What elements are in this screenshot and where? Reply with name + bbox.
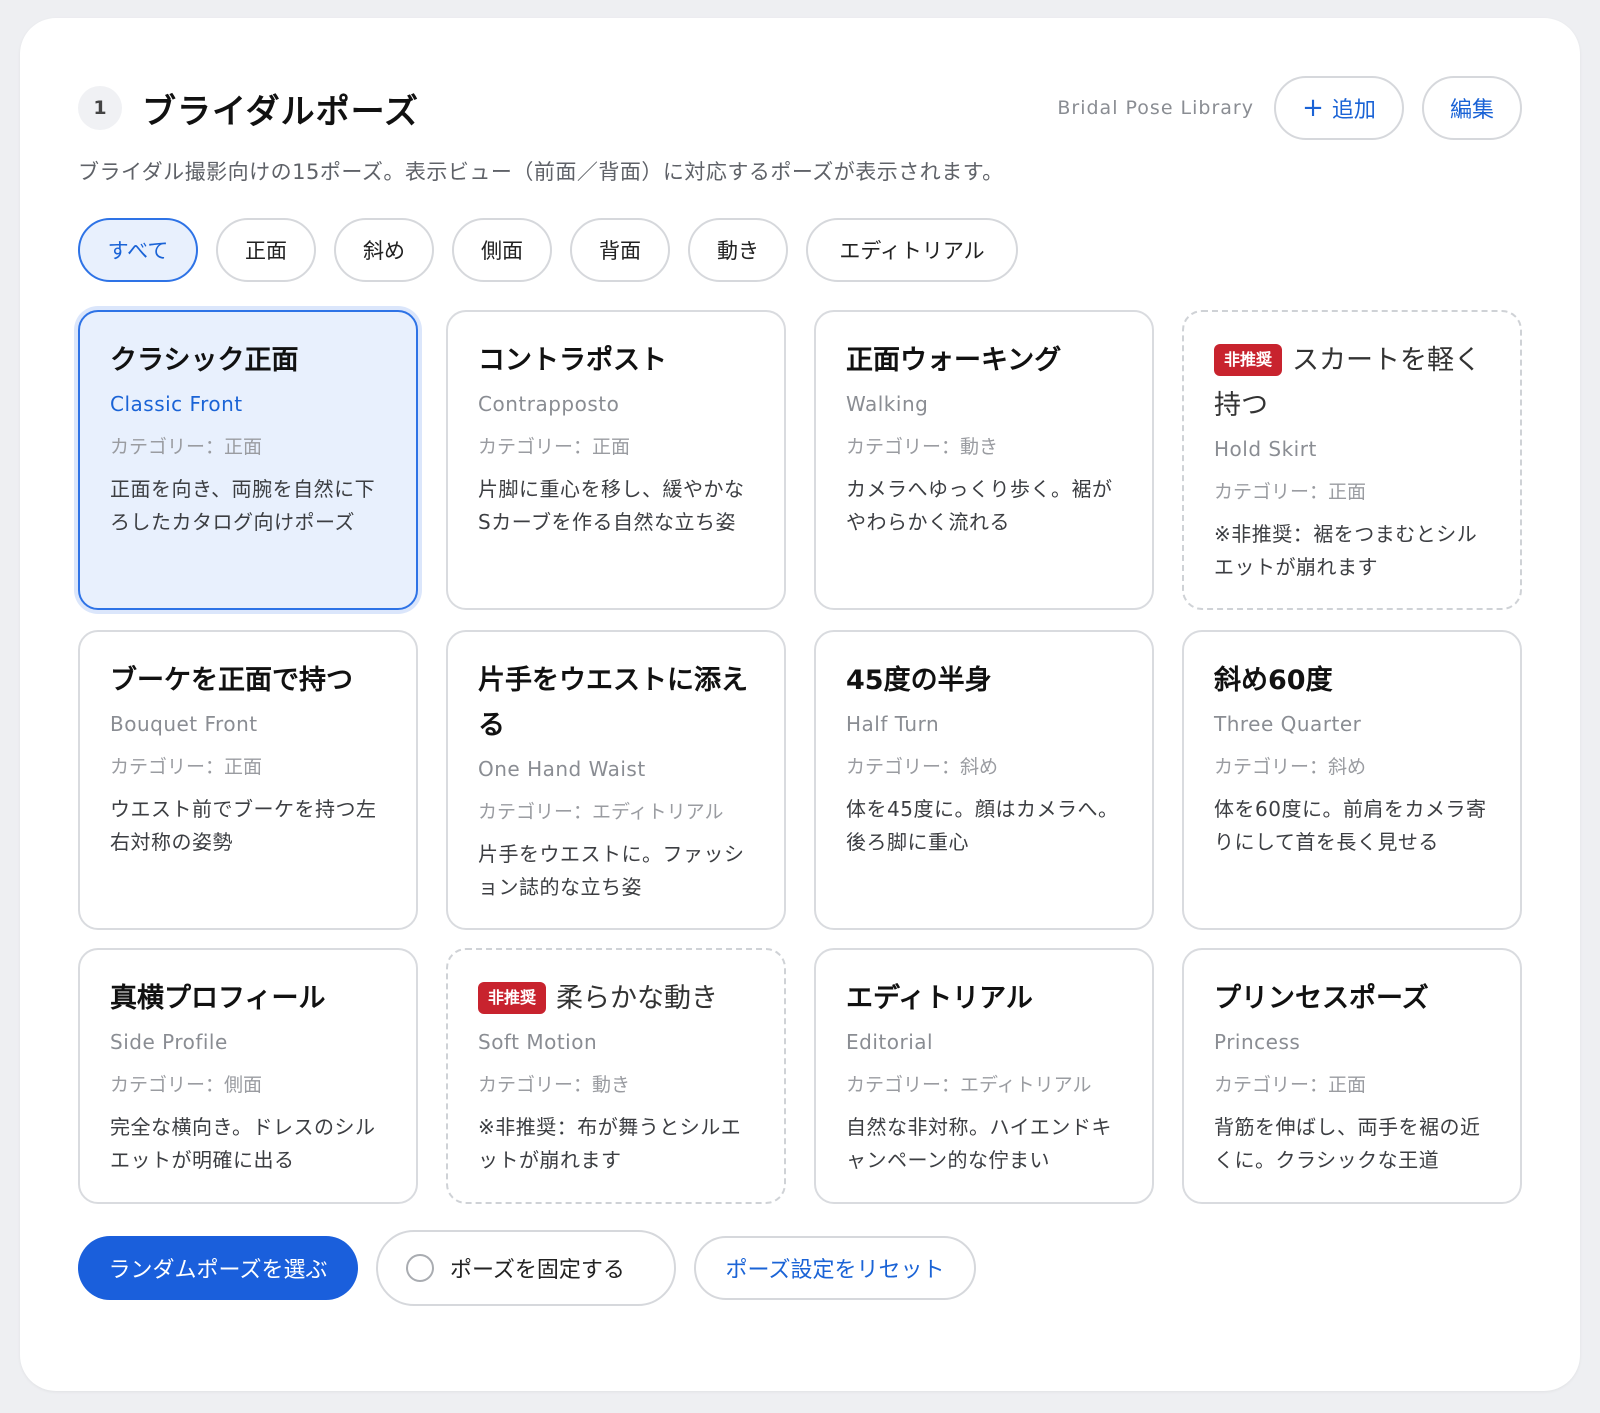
pose-card-category: カテゴリー：側面 [110, 1074, 263, 1096]
pose-card-contrapposto[interactable]: コントラポスト Contrapposto カテゴリー：正面 片脚に重心を移し、緩… [446, 310, 786, 610]
pose-card-title: 真横プロフィール [110, 983, 326, 1014]
pose-card-bouquet-front[interactable]: ブーケを正面で持つ Bouquet Front カテゴリー：正面 ウエスト前でブ… [78, 630, 418, 930]
pose-card-en-name: Contrapposto [478, 392, 620, 416]
pose-card-en-name: Princess [1214, 1030, 1301, 1054]
pose-card-description: 完全な横向き。ドレスのシルエットが明確に出る [110, 1115, 376, 1172]
lock-pose-toggle[interactable]: ポーズを固定する [376, 1230, 676, 1306]
pose-card-princess[interactable]: プリンセスポーズ Princess カテゴリー：正面 背筋を伸ばし、両手を裾の近… [1182, 948, 1522, 1204]
pose-card-three-quarter[interactable]: 斜め60度 Three Quarter カテゴリー：斜め 体を60度に。前肩をカ… [1182, 630, 1522, 930]
pose-card-walking[interactable]: 正面ウォーキング Walking カテゴリー：動き カメラへゆっくり歩く。裾がや… [814, 310, 1154, 610]
panel-description: ブライダル撮影向けの15ポーズ。表示ビュー（前面／背面）に対応するポーズが表示さ… [78, 160, 1004, 184]
pose-card-category: カテゴリー：動き [478, 1074, 631, 1096]
pose-card-title: 非推奨 柔らかな動き [478, 976, 756, 1021]
pose-card-en-name: One Hand Waist [478, 757, 646, 781]
pose-card-title: 45度の半身 [846, 665, 992, 696]
filter-chip-motion[interactable]: 動き [688, 218, 788, 282]
reset-pose-settings-button[interactable]: ポーズ設定をリセット [694, 1236, 976, 1300]
pose-card-category: カテゴリー：エディトリアル [478, 801, 724, 823]
pose-card-en-name: Half Turn [846, 712, 940, 736]
filter-chip-editorial[interactable]: エディトリアル [806, 218, 1018, 282]
random-pose-button[interactable]: ランダムポーズを選ぶ [78, 1236, 358, 1300]
library-label: Bridal Pose Library [1057, 97, 1254, 119]
bottom-actions: ランダムポーズを選ぶ ポーズを固定する ポーズ設定をリセット [78, 1230, 976, 1306]
page-title: ブライダルポーズ [142, 91, 419, 132]
pose-card-en-name: Side Profile [110, 1030, 228, 1054]
pose-card-category: カテゴリー：正面 [478, 436, 631, 458]
pose-card-description: ウエスト前でブーケを持つ左右対称の姿勢 [110, 797, 377, 854]
pose-card-category: カテゴリー：動き [846, 436, 999, 458]
pose-card-classic-front[interactable]: クラシック正面 Classic Front カテゴリー：正面 正面を向き、両腕を… [78, 310, 418, 610]
filter-chip-diagonal[interactable]: 斜め [334, 218, 434, 282]
pose-card-category: カテゴリー：正面 [1214, 1074, 1367, 1096]
pose-card-category: カテゴリー：正面 [110, 436, 263, 458]
add-button[interactable]: + 追加 [1274, 76, 1404, 140]
pose-card-category: カテゴリー：正面 [1214, 481, 1367, 503]
pose-card-en-name: Editorial [846, 1030, 934, 1054]
pose-card-title: コントラポスト [478, 345, 667, 376]
pose-card-description: 正面を向き、両腕を自然に下ろしたカタログ向けポーズ [110, 477, 376, 534]
pose-card-description: 体を45度に。顔はカメラへ。後ろ脚に重心 [846, 797, 1119, 854]
pose-card-title: ブーケを正面で持つ [110, 665, 353, 696]
pose-card-description: 体を60度に。前肩をカメラ寄りにして首を長く見せる [1214, 797, 1487, 854]
pose-card-description: 片脚に重心を移し、緩やかなSカーブを作る自然な立ち姿 [478, 477, 745, 534]
filter-chip-all[interactable]: すべて [78, 218, 198, 282]
filter-chip-back[interactable]: 背面 [570, 218, 670, 282]
add-button-label: 追加 [1331, 98, 1376, 123]
pose-card-en-name: Walking [846, 392, 929, 416]
panel-header: 1 ブライダルポーズ Bridal Pose Library + 追加 編集 [78, 76, 1522, 140]
pose-card-side-profile[interactable]: 真横プロフィール Side Profile カテゴリー：側面 完全な横向き。ドレ… [78, 948, 418, 1204]
pose-card-en-name: Three Quarter [1214, 712, 1362, 736]
not-recommended-badge: 非推奨 [478, 982, 547, 1014]
pose-grid: クラシック正面 Classic Front カテゴリー：正面 正面を向き、両腕を… [78, 310, 1522, 1204]
pose-card-title: 正面ウォーキング [846, 345, 1062, 376]
pose-card-category: カテゴリー：正面 [110, 756, 263, 778]
pose-card-en-name: Hold Skirt [1214, 437, 1317, 461]
pose-card-hold-skirt[interactable]: 非推奨 スカートを軽く持つ Hold Skirt カテゴリー：正面 ※非推奨：裾を… [1182, 310, 1522, 610]
not-recommended-badge: 非推奨 [1214, 344, 1283, 376]
pose-card-en-name: Bouquet Front [110, 712, 258, 736]
pose-card-half-turn[interactable]: 45度の半身 Half Turn カテゴリー：斜め 体を45度に。顔はカメラへ。… [814, 630, 1154, 930]
pose-card-title: クラシック正面 [110, 345, 299, 376]
pose-card-en-name: Soft Motion [478, 1030, 598, 1054]
pose-card-one-hand-waist[interactable]: 片手をウエストに添える One Hand Waist カテゴリー：エディトリアル… [446, 630, 786, 930]
pose-card-description: 片手をウエストに。ファッション誌的な立ち姿 [478, 842, 745, 899]
pose-card-title-text: 柔らかな動き [556, 983, 719, 1014]
pose-panel: 1 ブライダルポーズ Bridal Pose Library + 追加 編集 ブ… [20, 18, 1580, 1391]
pose-card-en-name: Classic Front [110, 392, 243, 416]
pose-card-description: ※非推奨：布が舞うとシルエットが崩れます [478, 1115, 742, 1172]
pose-card-description: 自然な非対称。ハイエンドキャンペーン的な佇まい [846, 1115, 1112, 1172]
category-filters: すべて 正面 斜め 側面 背面 動き エディトリアル [78, 218, 1018, 282]
pose-card-soft-motion[interactable]: 非推奨 柔らかな動き Soft Motion カテゴリー：動き ※非推奨：布が舞う… [446, 948, 786, 1204]
pose-card-title: 斜め60度 [1214, 665, 1333, 696]
pose-card-category: カテゴリー：斜め [846, 756, 999, 778]
plus-icon: + [1302, 93, 1324, 123]
pose-card-editorial[interactable]: エディトリアル Editorial カテゴリー：エディトリアル 自然な非対称。ハ… [814, 948, 1154, 1204]
pose-card-description: ※非推奨：裾をつまむとシルエットが崩れます [1214, 522, 1478, 579]
step-number-badge: 1 [78, 86, 122, 130]
pose-card-title: 非推奨 スカートを軽く持つ [1214, 338, 1492, 428]
pose-card-description: 背筋を伸ばし、両手を裾の近くに。クラシックな王道 [1214, 1115, 1481, 1172]
lock-pose-label: ポーズを固定する [450, 1258, 625, 1283]
lock-pose-radio-icon[interactable] [406, 1254, 434, 1282]
filter-chip-side[interactable]: 側面 [452, 218, 552, 282]
pose-card-category: カテゴリー：エディトリアル [846, 1074, 1092, 1096]
pose-card-title: エディトリアル [846, 983, 1033, 1014]
pose-card-title: 片手をウエストに添える [478, 665, 748, 741]
filter-chip-front[interactable]: 正面 [216, 218, 316, 282]
header-actions: Bridal Pose Library + 追加 編集 [1057, 76, 1522, 140]
pose-card-category: カテゴリー：斜め [1214, 756, 1367, 778]
pose-card-title: プリンセスポーズ [1214, 983, 1429, 1014]
edit-button[interactable]: 編集 [1422, 76, 1522, 140]
pose-card-description: カメラへゆっくり歩く。裾がやわらかく流れる [846, 477, 1113, 534]
